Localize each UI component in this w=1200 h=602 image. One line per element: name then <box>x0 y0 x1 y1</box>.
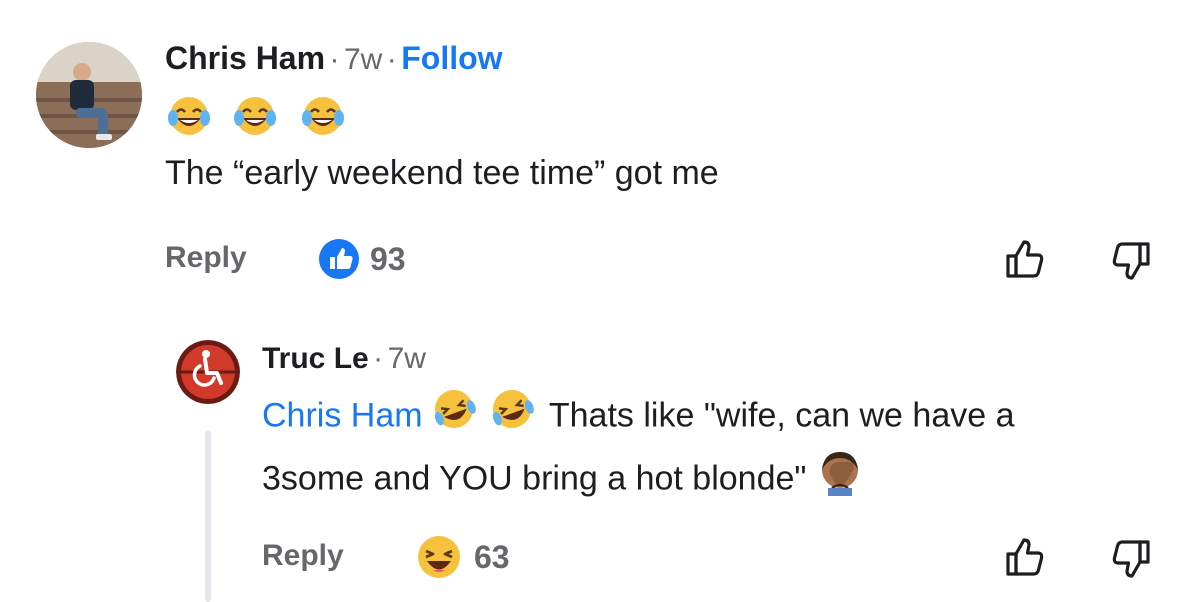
reaction-summary[interactable]: 63 <box>416 534 510 580</box>
reply-text-line2: 3some and YOU bring a hot blonde" <box>262 459 807 498</box>
thumbs-up-icon[interactable] <box>1002 236 1048 287</box>
laughing-with-tears-icon <box>168 97 344 135</box>
reaction-count: 93 <box>370 240 406 277</box>
comment-text: The “early weekend tee time” got me <box>165 154 719 192</box>
haha-reaction-icon <box>418 536 460 578</box>
like-reaction-icon <box>319 239 359 279</box>
reply-header: Truc Le · 7w <box>262 342 426 376</box>
reply-text-line1: Thats like "wife, can we have a <box>548 396 1015 435</box>
reaction-count: 63 <box>474 538 510 575</box>
thumbs-down-icon[interactable] <box>1108 536 1154 587</box>
mention-link[interactable]: Chris Ham <box>262 396 423 434</box>
thumbs-up-icon[interactable] <box>1002 534 1048 585</box>
thread-line <box>205 430 211 602</box>
avatar[interactable] <box>176 340 240 404</box>
author-name[interactable]: Truc Le <box>262 342 369 375</box>
reply-button[interactable]: Reply <box>165 241 247 275</box>
separator-dot: · <box>373 342 384 375</box>
avatar[interactable] <box>36 42 142 148</box>
author-name[interactable]: Chris Ham <box>165 40 325 76</box>
emoji-row <box>165 94 355 138</box>
timestamp[interactable]: 7w <box>388 342 426 375</box>
separator-dot: · <box>329 43 340 76</box>
separator-dot: · <box>386 43 397 76</box>
reaction-summary[interactable]: 93 <box>318 238 406 280</box>
facepalm-icon <box>816 448 864 513</box>
rolling-laughing-icon <box>432 387 540 448</box>
reply-button[interactable]: Reply <box>262 539 344 573</box>
comment-header: Chris Ham · 7w · Follow <box>165 40 503 77</box>
thumbs-down-icon[interactable] <box>1108 238 1154 289</box>
reply-text: Chris Ham Thats like "wife, can we have … <box>262 387 1182 513</box>
follow-button[interactable]: Follow <box>401 40 502 76</box>
timestamp[interactable]: 7w <box>344 43 382 76</box>
